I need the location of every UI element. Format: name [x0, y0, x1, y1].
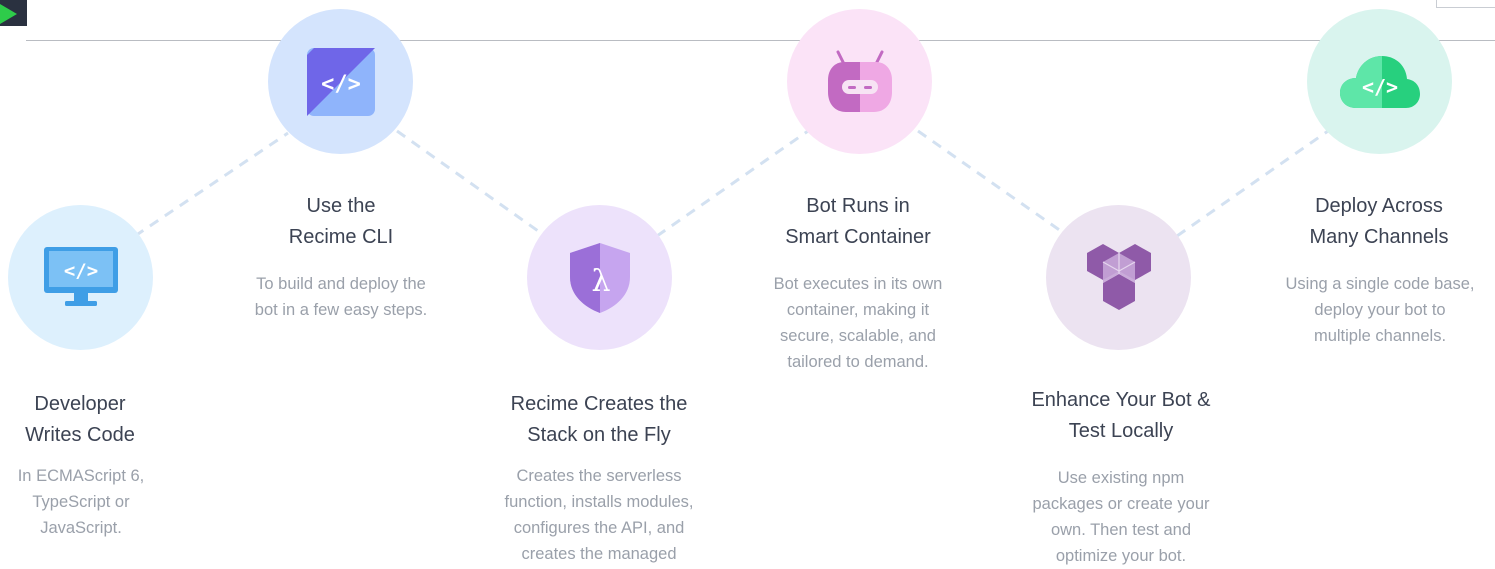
step-3-title: Recime Creates the Stack on the Fly [510, 393, 688, 446]
step-6-circle: </> [1307, 9, 1452, 154]
step-4-circle [787, 9, 932, 154]
step-2-description: To build and deploy the bot in a few eas… [254, 275, 428, 319]
step-6-title: Deploy Across Many Channels [1309, 195, 1449, 248]
step-3-description: Creates the serverless function, install… [504, 467, 694, 563]
how-it-works-section: </> Developer Writes Code In ECMAScript … [0, 0, 1495, 569]
step-6-description: Using a single code base, deploy your bo… [1285, 275, 1475, 345]
lambda-shield-icon: λ [569, 242, 630, 313]
cubes-icon [1086, 243, 1151, 310]
step-1-title: Developer Writes Code [25, 393, 135, 446]
cloud-code-icon: </> [1339, 55, 1420, 108]
step-3-circle: λ [527, 205, 672, 350]
step-5-description: Use existing npm packages or create your… [1032, 469, 1210, 565]
robot-head-icon [827, 50, 892, 112]
svg-text:</>: </> [63, 260, 97, 282]
svg-text:λ: λ [591, 264, 610, 299]
step-5-circle [1046, 205, 1191, 350]
step-4-title: Bot Runs in Smart Container [785, 195, 931, 248]
step-2-title: Use the Recime CLI [288, 195, 394, 248]
step-4-description: Bot executes in its own container, makin… [773, 275, 943, 371]
monitor-code-icon: </> [43, 246, 118, 306]
svg-text:</>: </> [1361, 75, 1397, 99]
code-tile-icon: </> [306, 47, 375, 116]
step-1-description: In ECMAScript 6, TypeScript or JavaScrip… [17, 467, 145, 537]
step-5-title: Enhance Your Bot & Test Locally [1031, 389, 1211, 442]
svg-text:</>: </> [321, 72, 361, 97]
step-2-circle: </> [268, 9, 413, 154]
step-1-circle: </> [8, 205, 153, 350]
